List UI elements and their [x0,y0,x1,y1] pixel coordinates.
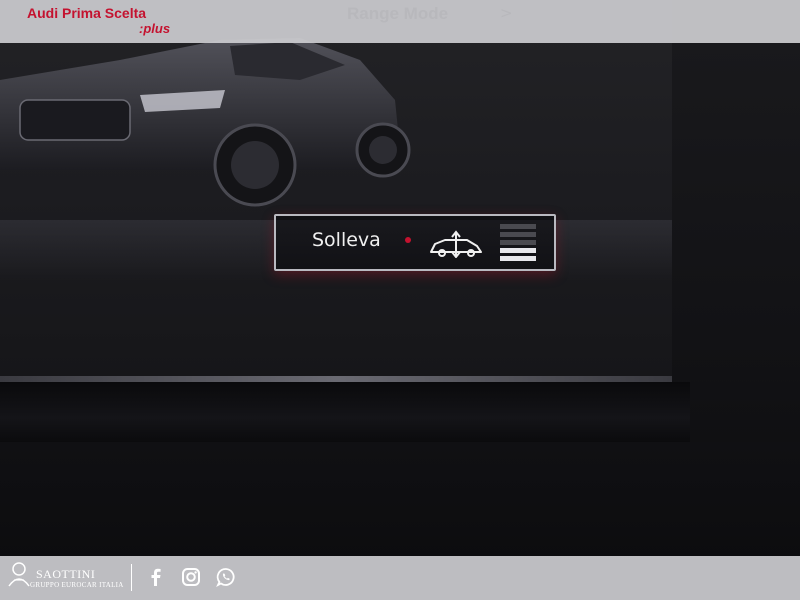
header-banner: Audi Prima Scelta :plus Range Mode > [0,0,800,43]
level-bar [500,248,536,253]
brand-name: Audi Prima Scelta [27,5,147,21]
status-dot [405,237,411,243]
facebook-icon[interactable] [146,567,166,587]
dealer-logo-icon [8,562,30,587]
car-illustration [0,38,411,207]
level-bar [500,240,536,245]
lift-label: Solleva [312,229,381,251]
whatsapp-icon[interactable] [216,567,236,587]
dealer-name: SAOTTINI [36,567,96,581]
level-bar [500,256,536,261]
side-panel [672,0,800,380]
suspension-lift-popup: Solleva [274,214,556,271]
brand-suffix: :plus [139,21,171,36]
level-bar [500,232,536,237]
car-lift-icon [430,230,482,258]
dashboard-photo [0,0,800,600]
dealer-group: GRUPPO EUROCAR ITALIA [30,581,124,589]
footer-banner: SAOTTINI GRUPPO EUROCAR ITALIA [0,556,800,600]
screen-bezel [0,382,690,442]
range-mode-label: Range Mode [347,4,449,23]
level-bar [500,224,536,229]
instagram-icon[interactable] [181,567,201,587]
chevron-right-icon: > [500,4,513,22]
lift-level-indicator [500,224,536,262]
footer-divider [131,564,132,591]
